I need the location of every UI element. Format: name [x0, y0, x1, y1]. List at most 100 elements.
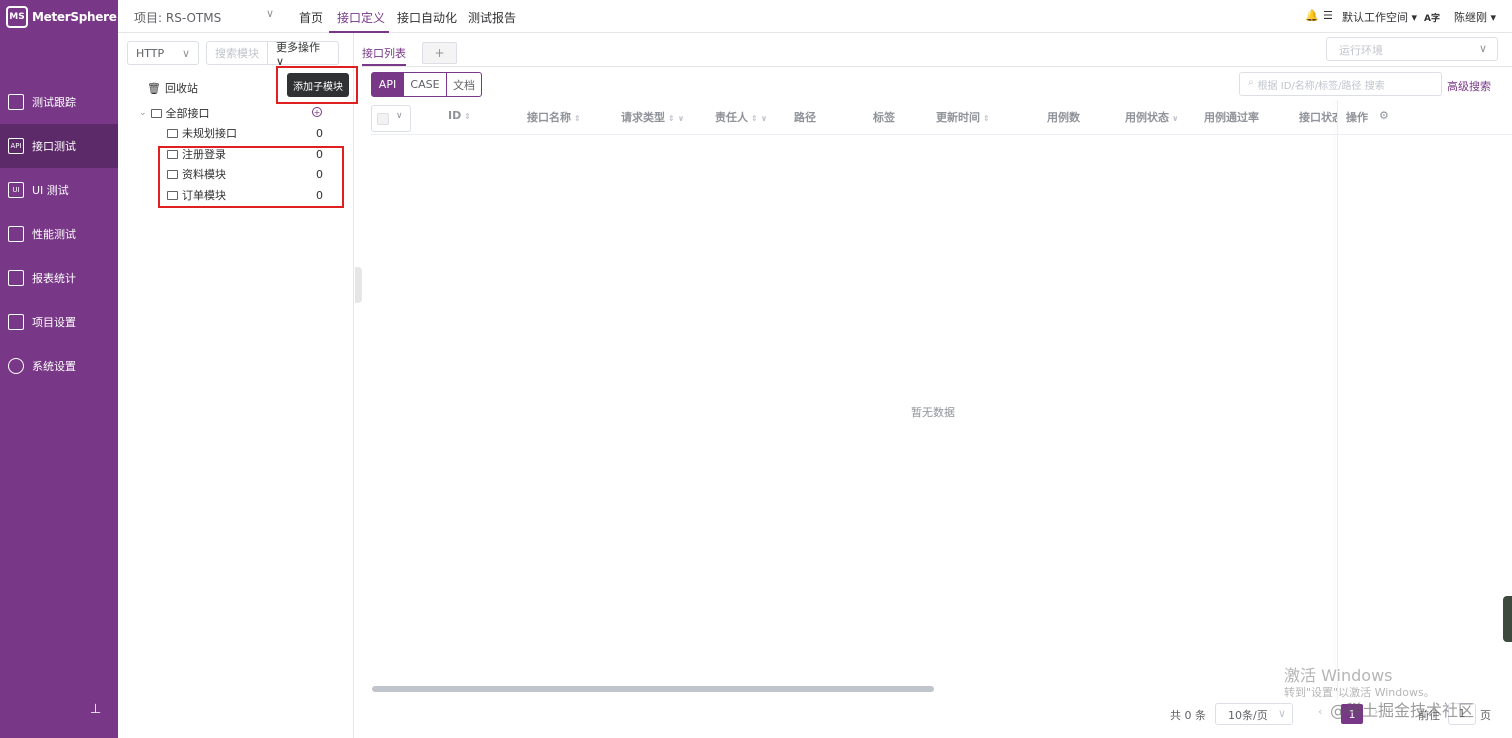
sidebar-item-label: 接口测试: [32, 140, 76, 153]
column-header-actions: 操作: [1346, 111, 1368, 124]
top-header: 项目: RS-OTMS ∨ 首页 接口定义 接口自动化 测试报告 🔔 ☰ 默认工…: [118, 0, 1512, 33]
tab-test-report[interactable]: 测试报告: [468, 9, 516, 26]
panel-collapse-handle[interactable]: [355, 267, 362, 303]
sort-icon[interactable]: ⇕: [751, 114, 758, 123]
clipboard-icon: [8, 94, 24, 110]
column-label: 更新时间: [936, 111, 980, 124]
sort-icon[interactable]: ⇕: [464, 112, 471, 121]
column-header-method[interactable]: 请求类型 ⇕ ∨: [621, 109, 684, 125]
select-all-dropdown[interactable]: ∨: [371, 105, 411, 132]
protocol-value: HTTP: [136, 46, 165, 60]
tree-node[interactable]: 未规划接口: [167, 123, 237, 143]
column-header-path: 路径: [794, 111, 816, 124]
project-selector[interactable]: 项目: RS-OTMS: [134, 9, 221, 26]
advanced-search-link[interactable]: 高级搜索: [1447, 78, 1491, 94]
settings-icon[interactable]: ⚙: [1379, 109, 1389, 122]
column-header-case-count: 用例数: [1047, 111, 1080, 124]
add-submodule-icon[interactable]: +: [312, 107, 322, 117]
filter-icon[interactable]: ∨: [678, 114, 685, 123]
tab-home[interactable]: 首页: [299, 9, 323, 26]
empty-state-text: 暂无数据: [911, 406, 955, 419]
app-name: MeterSphere: [32, 10, 117, 24]
column-label: ID: [448, 109, 462, 122]
chevron-down-icon[interactable]: ∨: [266, 7, 274, 20]
tree-node-label: 未规划接口: [182, 127, 237, 140]
sidebar-item-report[interactable]: 报表统计: [0, 256, 118, 300]
sidebar-item-project-settings[interactable]: 项目设置: [0, 300, 118, 344]
chevron-down-icon: ∨: [1277, 707, 1286, 720]
sidebar-item-label: 报表统计: [32, 272, 76, 285]
filter-icon[interactable]: ∨: [1172, 114, 1179, 123]
sidebar-item-ui-test[interactable]: UI UI 测试: [0, 168, 118, 212]
column-header-case-status[interactable]: 用例状态 ∨: [1125, 109, 1179, 125]
folder-icon: [167, 128, 178, 138]
trash-icon: 🗑: [147, 81, 161, 95]
column-label: 责任人: [715, 111, 748, 124]
column-label: 用例状态: [1125, 111, 1169, 124]
prev-page-icon[interactable]: ‹: [1318, 705, 1322, 718]
filter-icon[interactable]: ∨: [761, 114, 768, 123]
tab-api-definition[interactable]: 接口定义: [337, 9, 385, 26]
app-logo[interactable]: MS MeterSphere: [6, 4, 117, 30]
chevron-down-icon: ∨: [396, 111, 403, 121]
pin-icon[interactable]: ⊥: [90, 702, 101, 717]
select-all-checkbox[interactable]: [377, 113, 389, 125]
column-header-updated[interactable]: 更新时间 ⇕: [936, 109, 990, 125]
folder-icon: [150, 108, 162, 118]
mode-api-button[interactable]: API: [371, 72, 404, 97]
divider: [362, 66, 1512, 67]
sort-icon[interactable]: ⇕: [574, 114, 581, 123]
protocol-select[interactable]: HTTP ∨: [127, 41, 199, 65]
sidebar-item-test-track[interactable]: 测试跟踪: [0, 80, 118, 124]
page-size-value: 10条/页: [1228, 709, 1268, 722]
column-label: 请求类型: [621, 111, 665, 124]
user-menu[interactable]: 陈继刚 ▾: [1454, 9, 1496, 25]
mode-case-button[interactable]: CASE: [403, 72, 447, 97]
sidebar-item-label: UI 测试: [32, 184, 69, 197]
module-search-input[interactable]: 搜索模块: [206, 41, 268, 65]
environment-select[interactable]: 运行环境 ∨: [1326, 37, 1498, 61]
column-header-tags: 标签: [873, 111, 895, 124]
sidebar: MS MeterSphere 测试跟踪 API 接口测试 UI UI 测试 性能…: [0, 0, 118, 738]
api-icon: API: [8, 138, 24, 154]
page-size-select[interactable]: 10条/页 ∨: [1215, 703, 1293, 725]
add-tab-button[interactable]: +: [422, 42, 457, 64]
list-icon[interactable]: ☰: [1323, 9, 1333, 22]
recycle-bin[interactable]: 🗑 回收站: [147, 78, 198, 98]
highlight-box-tooltip: [276, 66, 358, 104]
tree-node-label: 全部接口: [165, 107, 210, 120]
language-icon[interactable]: A字: [1424, 11, 1440, 24]
sort-icon[interactable]: ⇕: [668, 114, 675, 123]
total-count: 共 0 条: [1170, 709, 1206, 722]
sidebar-item-label: 项目设置: [32, 316, 76, 329]
juejin-watermark: @稀土掘金技术社区: [1330, 701, 1475, 720]
gear-icon: [8, 358, 24, 374]
sidebar-item-performance-test[interactable]: 性能测试: [0, 212, 118, 256]
bell-icon[interactable]: 🔔: [1305, 9, 1319, 22]
windows-activation-watermark: 激活 Windows: [1284, 666, 1393, 685]
column-header-owner[interactable]: 责任人 ⇕ ∨: [715, 109, 767, 125]
sort-icon[interactable]: ⇕: [983, 114, 990, 123]
expand-arrow-icon[interactable]: ⌄: [139, 108, 147, 118]
search-placeholder: 根据 ID/名称/标签/路径 搜索: [1257, 81, 1385, 92]
side-drawer-handle[interactable]: [1503, 596, 1512, 642]
more-operations-button[interactable]: 更多操作 ∨: [267, 41, 339, 68]
api-search-input[interactable]: ⌕ 根据 ID/名称/标签/路径 搜索: [1239, 72, 1442, 96]
column-header-id[interactable]: ID ⇕: [448, 109, 471, 122]
mode-doc-button[interactable]: 文档: [446, 72, 482, 97]
tree-node-all-apis[interactable]: ⌄ 全部接口: [139, 103, 210, 123]
sidebar-item-system-settings[interactable]: 系统设置: [0, 344, 118, 388]
node-count: 0: [316, 127, 323, 140]
horizontal-scrollbar[interactable]: [372, 686, 934, 692]
sidebar-item-api-test[interactable]: API 接口测试: [0, 124, 118, 168]
metersphere-logo-icon: MS: [6, 6, 28, 28]
sidebar-item-label: 测试跟踪: [32, 96, 76, 109]
tab-api-automation[interactable]: 接口自动化: [397, 9, 457, 26]
column-header-name[interactable]: 接口名称 ⇕: [527, 109, 581, 125]
folder-icon: [8, 314, 24, 330]
workspace-selector[interactable]: 默认工作空间 ▾: [1342, 9, 1417, 25]
tab-api-list[interactable]: 接口列表: [362, 45, 406, 61]
sidebar-item-label: 性能测试: [32, 228, 76, 241]
chevron-down-icon: ∨: [1478, 42, 1487, 55]
recycle-label: 回收站: [164, 82, 198, 95]
